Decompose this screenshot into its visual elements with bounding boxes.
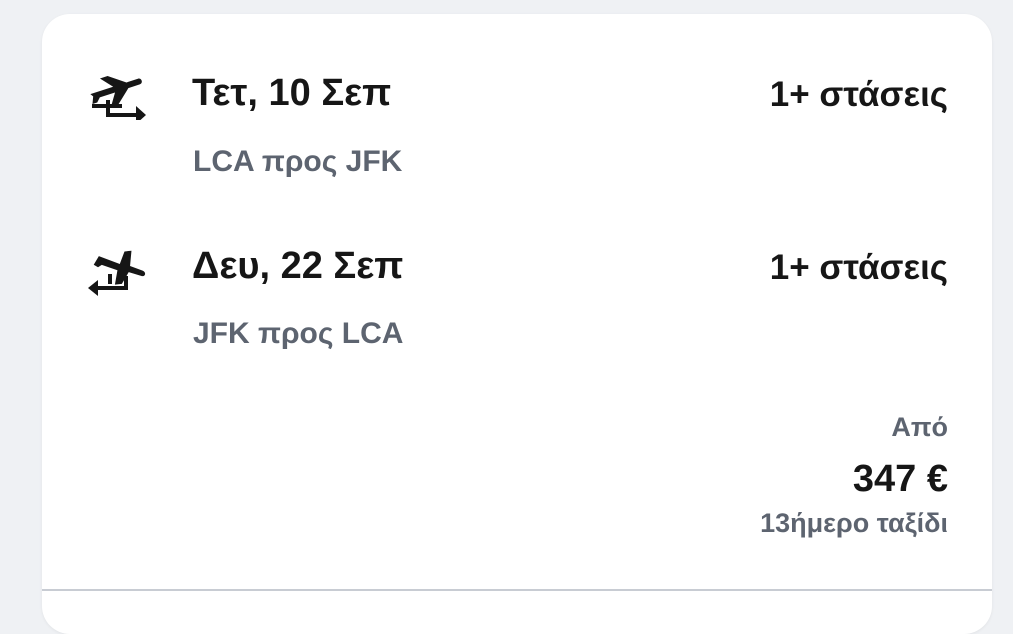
price-from-label: Από — [891, 412, 948, 442]
price-amount: 347 € — [852, 458, 948, 500]
takeoff-icon — [84, 64, 152, 124]
return-date: Δευ, 22 Σεπ — [192, 245, 404, 287]
flight-result-card[interactable]: Τετ, 10 Σεπ 1+ στάσεις LCA προς JFK Δευ,… — [42, 14, 992, 634]
return-route: JFK προς LCA — [193, 317, 404, 350]
outbound-route: LCA προς JFK — [193, 145, 403, 178]
landing-icon — [84, 240, 152, 296]
outbound-date: Τετ, 10 Σεπ — [192, 72, 392, 114]
trip-length: 13ήμερο ταξίδι — [760, 508, 948, 538]
outbound-stops: 1+ στάσεις — [769, 75, 948, 114]
card-divider — [42, 589, 992, 591]
return-stops: 1+ στάσεις — [769, 248, 948, 287]
